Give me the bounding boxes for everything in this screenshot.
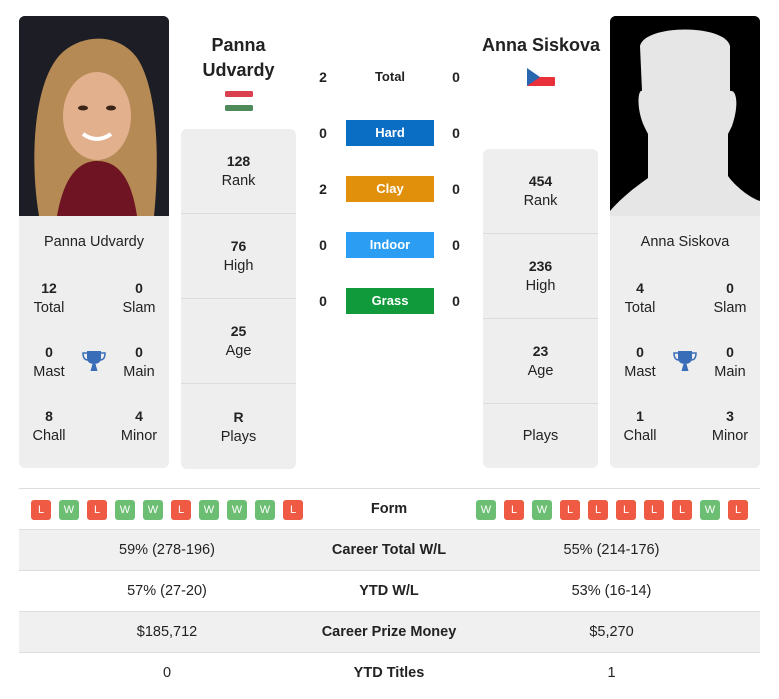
form-badge-loss[interactable]: L xyxy=(728,499,748,520)
table-row: 59% (278-196) Career Total W/L 55% (214-… xyxy=(19,529,760,570)
hungary-flag-icon xyxy=(225,91,253,111)
form-badge-win[interactable]: W xyxy=(143,499,163,520)
player2-form: WLWLLLLLWL xyxy=(476,489,748,530)
player1-stat-age: 25 Age xyxy=(181,299,296,384)
player2-titles-slam: 0 Slam xyxy=(713,280,747,316)
player2-name-heading[interactable]: Anna Siskova xyxy=(470,33,612,58)
player2-stat-rank: 454 Rank xyxy=(483,149,598,234)
form-badge-loss[interactable]: L xyxy=(588,499,608,520)
form-badge-loss[interactable]: L xyxy=(504,499,524,520)
player1-ytd-titles: 0 xyxy=(162,665,172,681)
h2h-total-label: Total xyxy=(374,69,406,84)
player1-career-wl: 59% (278-196) xyxy=(119,542,215,558)
player1-ytd-wl: 57% (27-20) xyxy=(127,583,207,599)
player1-titles-minor: 4 Minor xyxy=(120,408,158,444)
player1-stat-rank: 128 Rank xyxy=(181,129,296,214)
surface-badge-clay[interactable]: Clay xyxy=(346,176,434,202)
h2h-indoor-p1: 0 xyxy=(319,237,327,253)
player2-card-name[interactable]: Anna Siskova xyxy=(610,234,760,250)
h2h-hard-p2: 0 xyxy=(452,125,460,141)
player1-titles-mast: 0 Mast xyxy=(33,344,65,380)
form-badge-loss[interactable]: L xyxy=(171,499,191,520)
player2-stat-high: 236 High xyxy=(483,234,598,319)
surface-badge-hard[interactable]: Hard xyxy=(346,120,434,146)
player1-form: LWLWWLWWWL xyxy=(31,489,303,530)
form-badge-loss[interactable]: L xyxy=(283,499,303,520)
form-badge-loss[interactable]: L xyxy=(644,499,664,520)
form-badge-win[interactable]: W xyxy=(227,499,247,520)
player2-titles-total: 4 Total xyxy=(624,280,656,316)
form-badge-win[interactable]: W xyxy=(199,499,219,520)
player1-prize-money: $185,712 xyxy=(136,624,198,640)
form-badge-win[interactable]: W xyxy=(700,499,720,520)
h2h-total-p1: 2 xyxy=(319,69,327,85)
table-row: $185,712 Career Prize Money $5,270 xyxy=(19,611,760,652)
form-badge-win[interactable]: W xyxy=(476,499,496,520)
form-badge-win[interactable]: W xyxy=(255,499,275,520)
player2-card: Anna Siskova 4 Total 0 Slam 0 Mast 0 Mai… xyxy=(610,16,760,468)
player1-card-name[interactable]: Panna Udvardy xyxy=(19,234,169,250)
trophy-icon xyxy=(672,348,698,374)
h2h-total-row: 2 Total 0 xyxy=(310,64,470,90)
form-badge-loss[interactable]: L xyxy=(87,499,107,520)
player2-titles-chall: 1 Chall xyxy=(623,408,657,444)
h2h-surface-row: 2 Clay 0 xyxy=(310,176,470,202)
player1-card: Panna Udvardy 12 Total 0 Slam 0 Mast 0 M… xyxy=(19,16,169,468)
form-badge-loss[interactable]: L xyxy=(31,499,51,520)
player1-stats: 128 Rank 76 High 25 Age R Plays xyxy=(181,129,296,469)
row-label: YTD Titles xyxy=(353,665,425,681)
player1-stat-high: 76 High xyxy=(181,214,296,299)
player2-prize-money: $5,270 xyxy=(589,624,634,640)
player2-titles-main: 0 Main xyxy=(714,344,746,380)
h2h-total-p2: 0 xyxy=(452,69,460,85)
player1-titles-main: 0 Main xyxy=(123,344,155,380)
surface-badge-grass[interactable]: Grass xyxy=(346,288,434,314)
row-label: Career Total W/L xyxy=(331,542,447,558)
player1-titles-total: 12 Total xyxy=(33,280,65,316)
player1-photo[interactable] xyxy=(19,16,169,216)
player2-stat-age: 23 Age xyxy=(483,319,598,404)
h2h-clay-p2: 0 xyxy=(452,181,460,197)
h2h-indoor-p2: 0 xyxy=(452,237,460,253)
player2-career-wl: 55% (214-176) xyxy=(563,542,660,558)
player2-ytd-titles: 1 xyxy=(607,665,616,681)
form-badge-win[interactable]: W xyxy=(115,499,135,520)
form-badge-loss[interactable]: L xyxy=(616,499,636,520)
form-badge-win[interactable]: W xyxy=(59,499,79,520)
row-label: YTD W/L xyxy=(359,583,419,599)
player2-stat-plays: Plays xyxy=(522,428,559,444)
czech-flag-icon xyxy=(527,68,555,88)
h2h-grass-p2: 0 xyxy=(452,293,460,309)
player2-titles-minor: 3 Minor xyxy=(711,408,749,444)
player1-name-heading[interactable]: Panna Udvardy xyxy=(181,33,296,83)
row-label: Career Prize Money xyxy=(321,624,457,640)
table-row: 0 YTD Titles 1 xyxy=(19,652,760,693)
form-badge-loss[interactable]: L xyxy=(672,499,692,520)
table-row: 57% (27-20) YTD W/L 53% (16-14) xyxy=(19,570,760,611)
player2-titles-mast: 0 Mast xyxy=(624,344,656,380)
h2h-surface-row: 0 Grass 0 xyxy=(310,288,470,314)
h2h-grass-p1: 0 xyxy=(319,293,327,309)
player1-titles-chall: 8 Chall xyxy=(32,408,66,444)
form-label: Form xyxy=(370,501,408,517)
player1-stat-plays: R Plays xyxy=(220,408,257,445)
player1-titles-slam: 0 Slam xyxy=(122,280,156,316)
player2-photo-placeholder[interactable] xyxy=(610,16,760,216)
form-badge-loss[interactable]: L xyxy=(560,499,580,520)
form-row: LWLWWLWWWL Form WLWLLLLLWL xyxy=(19,488,760,529)
h2h-hard-p1: 0 xyxy=(319,125,327,141)
surface-badge-indoor[interactable]: Indoor xyxy=(346,232,434,258)
comparison-table: LWLWWLWWWL Form WLWLLLLLWL 59% (278-196)… xyxy=(19,488,760,693)
form-badge-win[interactable]: W xyxy=(532,499,552,520)
player2-ytd-wl: 53% (16-14) xyxy=(571,583,652,599)
h2h-surface-row: 0 Hard 0 xyxy=(310,120,470,146)
h2h-surface-row: 0 Indoor 0 xyxy=(310,232,470,258)
player2-stats: 454 Rank 236 High 23 Age Plays xyxy=(483,149,598,468)
h2h-clay-p1: 2 xyxy=(319,181,327,197)
trophy-icon xyxy=(81,348,107,374)
